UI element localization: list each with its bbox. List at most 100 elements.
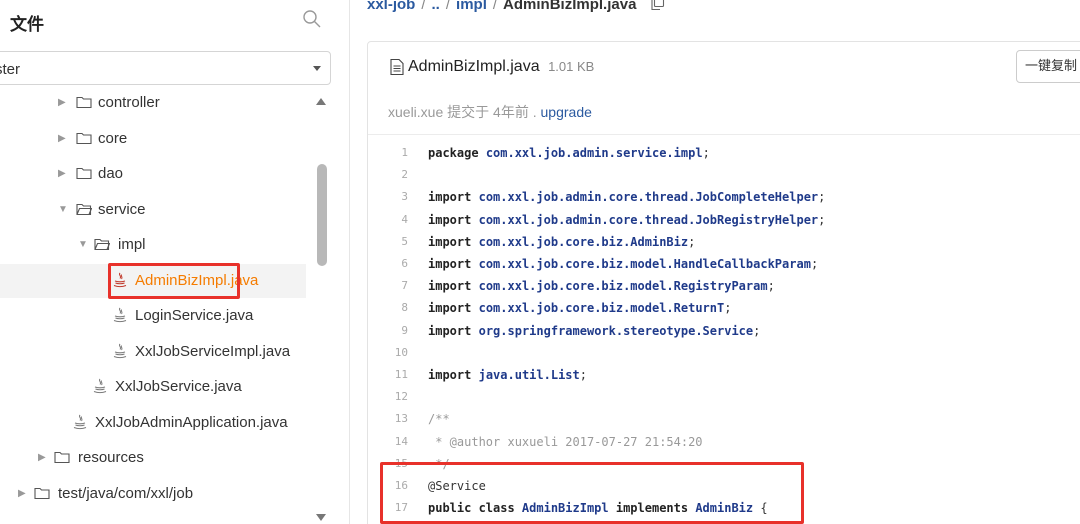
tree-folder-item[interactable]: ▼ impl — [0, 228, 306, 262]
code-line: 7 import com.xxl.job.core.biz.model.Regis… — [368, 275, 1080, 297]
code-line: 10 — [368, 342, 1080, 364]
line-number: 7 — [401, 279, 408, 293]
commit-time: 4年前 — [493, 104, 529, 120]
tree-folder-item[interactable]: ▶ core — [0, 122, 306, 156]
tree-file-item[interactable]: XxlJobServiceImpl.java — [0, 335, 306, 369]
file-size: 1.01 KB — [548, 59, 595, 74]
chevron-down-icon[interactable]: ▼ — [58, 204, 68, 216]
divider — [368, 134, 1080, 135]
breadcrumb-separator: / — [492, 0, 498, 13]
scroll-up-arrow-icon[interactable] — [316, 98, 326, 105]
code-line: 13 /** — [368, 408, 1080, 430]
code-text: import com.xxl.job.core.biz.AdminBiz; — [428, 234, 696, 249]
code-line: 6 import com.xxl.job.core.biz.model.Handl… — [368, 253, 1080, 275]
document-icon — [390, 59, 404, 75]
line-number: 16 — [394, 479, 408, 492]
tree-item-label: XxlJobServiceImpl.java — [135, 342, 291, 360]
tree-file-item[interactable]: XxlJobService.java — [0, 370, 306, 404]
branch-select[interactable]: ster — [0, 51, 331, 85]
tree-item-label: LoginService.java — [135, 307, 254, 324]
chevron-down-icon[interactable]: ▼ — [78, 239, 88, 251]
code-line: 17 public class AdminBizImpl implements A… — [368, 497, 1080, 519]
chevron-down-icon — [313, 66, 321, 71]
code-text: import com.xxl.job.core.biz.model.Regist… — [428, 279, 775, 294]
folder-open-icon — [94, 238, 110, 251]
tree-folder-item[interactable]: ▶ test/java/com/xxl/job — [0, 477, 306, 511]
tree-item-label: core — [98, 129, 128, 147]
tree-folder-item[interactable]: ▶ resources — [0, 441, 306, 475]
code-line: 5 import com.xxl.job.core.biz.AdminBiz; — [368, 231, 1080, 253]
code-line: 8 import com.xxl.job.core.biz.model.Retur… — [368, 297, 1080, 319]
code-text: @Service — [428, 479, 486, 493]
line-number: 2 — [401, 168, 408, 182]
chevron-right-icon[interactable]: ▶ — [58, 133, 66, 145]
tree-folder-item[interactable]: ▼ service — [0, 193, 306, 227]
folder-icon — [54, 451, 70, 464]
folder-icon — [76, 96, 92, 109]
branch-select-value: ster — [0, 61, 21, 78]
code-text: import com.xxl.job.core.biz.model.Handle… — [428, 257, 819, 271]
breadcrumb-folder-link[interactable]: impl — [456, 0, 487, 13]
code-text: import org.springframework.stereotype.Se… — [428, 323, 761, 338]
code-text: import com.xxl.job.admin.core.thread.Job… — [428, 190, 826, 205]
commit-author: xueli.xue — [388, 104, 444, 120]
file-viewer: AdminBizImpl.java 1.01 KB 一键复制 xueli.xue… — [367, 41, 1080, 524]
line-number: 6 — [401, 257, 408, 270]
java-file-icon — [113, 307, 127, 323]
tree-folder-item[interactable]: ▶ controller — [0, 86, 306, 120]
code-text: import java.util.List; — [428, 368, 587, 382]
tree-folder-item[interactable]: ▶ dao — [0, 157, 306, 191]
java-file-icon — [93, 378, 107, 394]
chevron-right-icon[interactable]: ▶ — [58, 97, 66, 109]
tree-item-label: dao — [98, 165, 124, 182]
tree-scrollbar[interactable] — [309, 90, 329, 524]
file-name: AdminBizImpl.java 1.01 KB — [408, 58, 594, 76]
code-line: 11 import java.util.List; — [368, 364, 1080, 386]
scroll-down-arrow-icon[interactable] — [316, 514, 326, 521]
tree-item-label: controller — [98, 94, 160, 111]
code-line: 16 @Service — [368, 475, 1080, 497]
line-number: 8 — [401, 301, 408, 315]
tree-item-label: resources — [78, 449, 144, 466]
folder-icon — [34, 487, 50, 499]
code-text: */ — [428, 456, 450, 471]
sidebar-title: 文件 — [10, 15, 44, 34]
line-number: 9 — [401, 323, 408, 337]
tree-file-item[interactable]: AdminBizImpl.java — [0, 263, 306, 298]
java-file-icon — [73, 414, 87, 429]
breadcrumb-parent-link[interactable]: .. — [432, 0, 440, 13]
chevron-right-icon[interactable]: ▶ — [58, 168, 66, 180]
code-text: public class AdminBizImpl implements Adm… — [428, 501, 768, 516]
line-number: 13 — [394, 412, 408, 426]
chevron-right-icon[interactable]: ▶ — [18, 488, 26, 500]
file-name-text: AdminBizImpl.java — [408, 58, 540, 75]
file-tree: ▶ controller ▶ core ▶ dao ▼ service ▼ impl AdminBi… — [0, 86, 306, 524]
chevron-right-icon[interactable]: ▶ — [38, 452, 46, 464]
commit-message-link[interactable]: upgrade — [541, 104, 592, 120]
copy-all-button[interactable]: 一键复制 — [1016, 50, 1080, 83]
tree-item-label: impl — [118, 236, 146, 253]
line-number: 1 — [401, 146, 408, 159]
code-line: 14 * @author xuxueli 2017-07-27 21:54:20 — [368, 431, 1080, 453]
breadcrumb-separator: / — [421, 0, 426, 13]
code-text: * @author xuxueli 2017-07-27 21:54:20 — [428, 434, 703, 449]
line-number: 14 — [394, 434, 408, 448]
copy-icon[interactable] — [651, 0, 665, 11]
breadcrumb-repo-link[interactable]: xxl-job — [367, 0, 415, 13]
breadcrumb: xxl-job /.. / impl / AdminBizImpl.java — [367, 0, 665, 13]
code-line: 1 package com.xxl.job.admin.service.impl; — [368, 142, 1080, 164]
code-line: 4 import com.xxl.job.admin.core.thread.Jo… — [368, 209, 1080, 231]
scrollbar-thumb[interactable] — [317, 164, 327, 266]
line-number: 10 — [394, 345, 408, 359]
code-line: 2 — [368, 164, 1080, 186]
breadcrumb-separator: / — [445, 0, 451, 13]
tree-file-item[interactable]: XxlJobAdminApplication.java — [0, 406, 306, 440]
line-number: 11 — [394, 368, 408, 381]
java-file-icon — [113, 272, 127, 287]
code-line: 3 import com.xxl.job.admin.core.thread.Jo… — [368, 186, 1080, 208]
tree-file-item[interactable]: LoginService.java — [0, 299, 306, 333]
code-text: package com.xxl.job.admin.service.impl; — [428, 146, 710, 160]
code-line: 12 — [368, 386, 1080, 408]
search-icon[interactable] — [302, 9, 322, 29]
tree-item-label: test/java/com/xxl/job — [58, 484, 194, 502]
